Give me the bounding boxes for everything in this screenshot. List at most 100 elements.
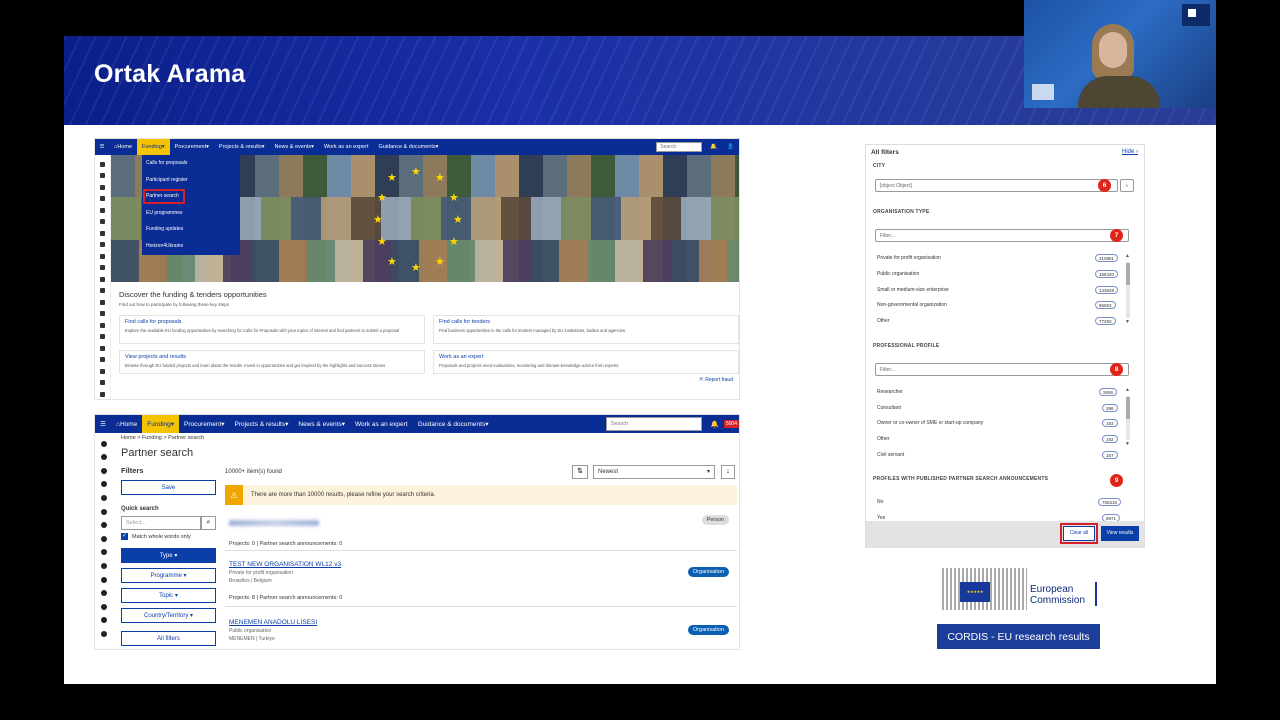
top-nav: ☰ ⌂ Home Funding ▾ Procurement ▾ Projects … [95, 139, 739, 155]
search-input[interactable]: Search [605, 417, 702, 431]
org-type-option[interactable]: Public organisation [877, 271, 919, 277]
discover-subtitle: Find out how to participate by following… [119, 302, 230, 307]
nav-funding[interactable]: Funding ▾ [137, 139, 170, 155]
european-commission-logo: ★★★★★ European Commission [942, 568, 1098, 610]
card-find-calls[interactable]: Find calls for proposals Explore the ava… [119, 315, 425, 344]
portal-home-screenshot: ☰ ⌂ Home Funding ▾ Procurement ▾ Projects … [94, 138, 740, 400]
bell-icon[interactable]: 🔔 [706, 415, 724, 433]
scrollbar-thumb[interactable] [1126, 397, 1130, 419]
nav-projects[interactable]: Projects & results ▾ [214, 139, 270, 155]
quick-search-label: Quick search [121, 506, 159, 512]
nav-guidance[interactable]: Guidance & documents ▾ [373, 139, 443, 155]
result-title-link[interactable]: TEST NEW ORGANISATION WL12 v3 [229, 561, 737, 568]
nav-expert[interactable]: Work as an expert [350, 415, 413, 433]
type-badge: Person [701, 515, 729, 525]
profile-option[interactable]: Consultant [877, 405, 901, 411]
result-title-link[interactable]: MENEMEN ANADOLU LISESI [229, 619, 737, 626]
scroll-up-icon[interactable]: ▲ [1125, 387, 1130, 393]
result-row: MENEMEN ANADOLU LISESI Public organisati… [225, 615, 737, 649]
quick-search-input[interactable]: Select... [121, 516, 201, 530]
all-filters-title: All filters [871, 149, 899, 156]
org-type-filter-input[interactable]: Filter... [875, 229, 1129, 242]
clear-all-button[interactable]: Clear all [1060, 523, 1098, 544]
profile-option[interactable]: Other [877, 436, 890, 442]
org-type-option[interactable]: Non-governmental organization [877, 302, 947, 308]
funding-dropdown-menu: Calls for proposals Participant register… [142, 155, 240, 255]
org-type-label: ORGANISATION TYPE [873, 209, 930, 215]
all-filters-panel: All filters Hide › CITY [object Object] … [865, 144, 1145, 548]
card-view-projects[interactable]: View projects and results Browse through… [119, 350, 425, 374]
menu-item-funding-updates[interactable]: Funding updates [142, 221, 240, 238]
profile-option[interactable]: Civil servant [877, 452, 904, 458]
menu-item-horizon4ukraine[interactable]: Horizon4Ukraine [142, 238, 240, 255]
warning-icon: ⚠ [225, 485, 243, 505]
profile-filter-input[interactable]: Filter... [875, 363, 1129, 376]
type-badge: Organisation [687, 625, 729, 635]
nav-news[interactable]: News & events ▾ [269, 139, 318, 155]
sort-icon[interactable]: ⇅ [572, 465, 588, 479]
scroll-up-icon[interactable]: ▲ [1125, 253, 1130, 259]
org-type-option[interactable]: Private for profit organisation [877, 255, 941, 261]
nav-news[interactable]: News & events ▾ [293, 415, 350, 433]
nav-guidance[interactable]: Guidance & documents ▾ [413, 415, 494, 433]
nav-procurement[interactable]: Procurement ▾ [179, 415, 229, 433]
view-results-button[interactable]: View results [1101, 526, 1139, 541]
nav-expert[interactable]: Work as an expert [319, 139, 374, 155]
scroll-down-icon[interactable]: ▼ [1125, 319, 1130, 325]
scroll-down-icon[interactable]: ▼ [1125, 441, 1130, 447]
search-input[interactable]: Search [656, 142, 703, 152]
professional-profile-label: PROFESSIONAL PROFILE [873, 343, 940, 349]
nav-home[interactable]: ⌂ Home [109, 139, 137, 155]
marker-8: 8 [1110, 363, 1123, 376]
published-option[interactable]: No [877, 499, 883, 505]
warning-banner: ⚠ There are more than 10000 results, plea… [225, 485, 737, 505]
programme-filter-button[interactable]: Programme ▾ [121, 568, 216, 583]
nav-home[interactable]: ⌂ Home [111, 415, 142, 433]
report-fraud-link[interactable]: ⇱ Report fraud [700, 377, 733, 383]
type-filter-button[interactable]: Type ▾ [121, 548, 216, 563]
breadcrumb: Home > Funding > Partner search [121, 435, 205, 441]
menu-item-participant-register[interactable]: Participant register [142, 172, 240, 189]
save-button[interactable]: Save [121, 480, 216, 495]
scrollbar-thumb[interactable] [1126, 263, 1130, 285]
topic-filter-button[interactable]: Topic ▾ [121, 588, 216, 603]
slide-title: Ortak Arama [94, 60, 246, 88]
match-whole-words-checkbox[interactable]: ✓ Match whole words only [121, 533, 191, 540]
menu-icon[interactable]: ☰ [95, 139, 109, 155]
cordis-banner: CORDIS - EU research results [937, 624, 1100, 649]
nav-procurement[interactable]: Procurement ▾ [170, 139, 214, 155]
blurred-name[interactable] [229, 513, 737, 531]
country-filter-button[interactable]: Country/Territory ▾ [121, 608, 216, 623]
partner-search-screenshot: ☰ ⌂ Home Funding ▾ Procurement ▾ Project… [94, 414, 740, 650]
all-filters-button[interactable]: All filters [121, 631, 216, 646]
results-count: 10000+ item(s) found [225, 469, 282, 475]
menu-item-partner-search[interactable]: Partner search [142, 188, 186, 205]
org-type-option[interactable]: Other [877, 318, 890, 324]
profile-option[interactable]: Owner or co-owner of SME or start-up com… [877, 420, 983, 426]
nav-projects[interactable]: Projects & results ▾ [230, 415, 294, 433]
menu-icon[interactable]: ☰ [95, 415, 111, 433]
menu-item-eu-programmes[interactable]: EU programmes [142, 205, 240, 222]
org-type-option[interactable]: Small or medium-size enterprise [877, 287, 949, 293]
city-input[interactable]: [object Object] [875, 179, 1118, 192]
presenter [1078, 24, 1160, 108]
search-icon[interactable]: ⌕ [201, 516, 216, 530]
user-icon[interactable]: 👤 [722, 139, 739, 155]
notification-count: 5004 [723, 420, 739, 428]
sort-select[interactable]: Newest ▾ [593, 465, 715, 479]
menu-item-calls[interactable]: Calls for proposals [142, 155, 240, 172]
bell-icon[interactable]: 🔔 [705, 139, 722, 155]
hide-link[interactable]: Hide › [1122, 149, 1138, 155]
city-label: CITY [873, 163, 886, 169]
discover-title: Discover the funding & tenders opportuni… [119, 290, 267, 299]
nav-funding[interactable]: Funding ▾ [142, 415, 180, 433]
webcam-video [1024, 0, 1216, 108]
sort-direction-button[interactable]: ↓ [721, 465, 735, 479]
marker-7: 7 [1110, 229, 1123, 242]
profile-option[interactable]: Researcher [877, 389, 903, 395]
card-work-as-expert[interactable]: Work as an expert Proposals and projects… [433, 350, 739, 374]
top-nav: ☰ ⌂ Home Funding ▾ Procurement ▾ Project… [95, 415, 739, 433]
left-rail [95, 433, 113, 649]
search-icon[interactable]: ⌕ [1120, 179, 1134, 192]
card-find-tenders[interactable]: Find calls for tenders Find business opp… [433, 315, 739, 344]
